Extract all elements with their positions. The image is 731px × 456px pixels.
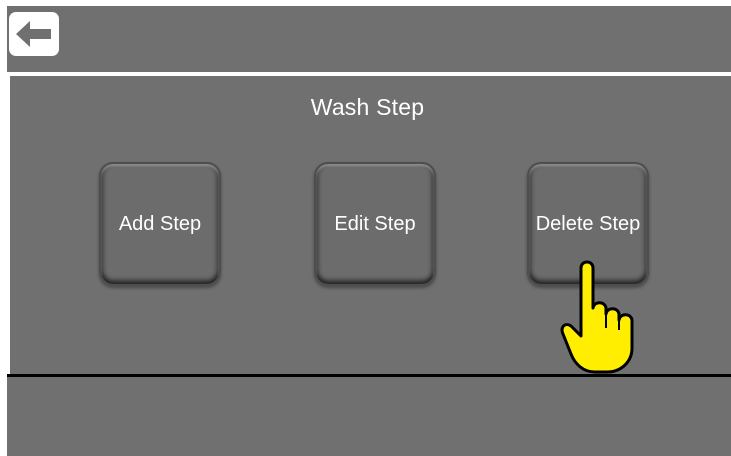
pointing-hand-icon [560, 260, 634, 374]
screen: Wash Step Add Step Edit Step Delete Step [7, 6, 731, 456]
add-step-button[interactable]: Add Step [99, 162, 221, 286]
left-arrow-icon [16, 21, 51, 47]
page-title: Wash Step [310, 94, 425, 120]
top-bar [7, 6, 731, 72]
delete-step-label: Delete Step [535, 212, 641, 235]
back-button[interactable] [9, 12, 59, 56]
add-step-label: Add Step [118, 212, 202, 235]
edit-step-button[interactable]: Edit Step [314, 162, 436, 286]
edit-step-label: Edit Step [334, 212, 416, 235]
footer-bar [7, 377, 731, 456]
